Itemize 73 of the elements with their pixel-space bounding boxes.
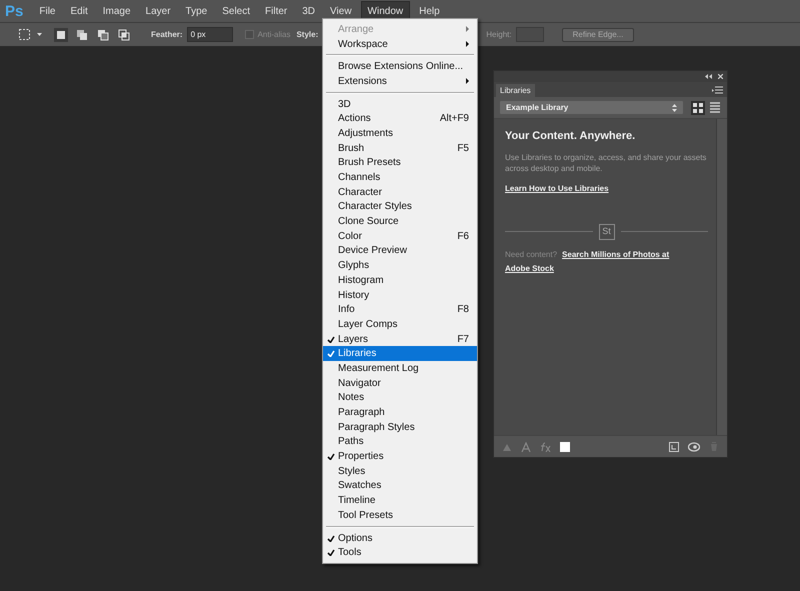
menu-item[interactable]: Character (323, 184, 477, 200)
menu-item[interactable]: Layer Comps (323, 317, 477, 332)
heading: Your Content. Anywhere. (505, 129, 636, 144)
stock-link[interactable]: Search Millions of Photos at (562, 248, 670, 262)
menu-item[interactable]: Actions Alt+F9 (323, 111, 477, 126)
add-selection-icon[interactable] (75, 28, 89, 42)
panel-tab[interactable]: Libraries (496, 84, 535, 97)
menu-item[interactable]: Workspace (323, 36, 477, 52)
library-dropdown[interactable]: Example Library (500, 101, 683, 114)
menu-bar-item[interactable]: Select (216, 1, 256, 21)
updown-arrow-icon[interactable] (672, 104, 677, 112)
intersect-selection-icon[interactable] (117, 28, 131, 42)
menu-item[interactable]: Browse Extensions Online... (323, 59, 477, 74)
caret-icon[interactable] (37, 33, 42, 36)
menu-item[interactable]: Paragraph Styles (323, 420, 477, 435)
color-swatch[interactable] (560, 442, 570, 452)
menu-item[interactable]: Brush Presets (323, 156, 477, 170)
style-label: Style: (296, 28, 318, 40)
feather-field[interactable]: 0 px (186, 27, 233, 42)
app-logo: Ps (5, 4, 24, 18)
menu-item[interactable]: Timeline (323, 493, 477, 508)
menu-item[interactable]: Paths (323, 434, 477, 450)
menu-bar-item[interactable]: Type (180, 1, 214, 21)
menu-bar-item[interactable]: Layer (140, 1, 177, 21)
menu-bar-item[interactable]: Edit (64, 1, 94, 21)
menu-item[interactable]: Color F6 (323, 228, 477, 244)
menu-bar-item[interactable]: Help (413, 1, 446, 21)
menu-bar-item[interactable]: View (324, 1, 358, 21)
marquee-tool-icon[interactable] (18, 28, 31, 41)
menu-item[interactable]: Extensions (323, 74, 477, 89)
menu-item[interactable]: Brush F5 (323, 140, 477, 156)
learn-link[interactable]: Learn How to Use Libraries (505, 182, 609, 194)
list-view-icon[interactable] (709, 101, 721, 114)
menu-item[interactable]: Channels (323, 170, 477, 185)
close-icon[interactable] (718, 74, 723, 79)
menu-item[interactable]: Libraries (323, 346, 477, 362)
menu-item[interactable]: Clone Source (323, 214, 477, 229)
stock-badge: St (598, 224, 614, 240)
menu-item[interactable]: Layers F7 (323, 332, 477, 346)
description: Use Libraries to organize, access, and share your assets across desktop and mobile. (505, 152, 708, 174)
panel-menu-icon[interactable] (712, 86, 723, 94)
menu-bar-item[interactable]: Filter (259, 1, 294, 21)
menu-bar-item[interactable]: Image (96, 1, 137, 21)
menu-bar-item[interactable]: File (33, 1, 62, 21)
menu-item[interactable]: Device Preview (323, 244, 477, 258)
subtract-selection-icon[interactable] (96, 28, 110, 42)
menu-item[interactable]: Character Styles (323, 200, 477, 214)
menu-item[interactable]: Paragraph (323, 405, 477, 420)
height-label: Height: (486, 28, 512, 40)
menu-item[interactable]: Info F8 (323, 302, 477, 318)
new-selection-icon[interactable] (54, 28, 68, 42)
menu-item[interactable]: Glyphs (323, 258, 477, 273)
menu-item[interactable]: Swatches (323, 478, 477, 494)
menu-item[interactable]: Properties (323, 449, 477, 464)
menu-bar-item[interactable]: 3D (296, 1, 322, 21)
menu-item[interactable]: Navigator (323, 376, 477, 390)
grid-view-icon[interactable] (691, 100, 705, 114)
menu-item[interactable]: Measurement Log (323, 361, 477, 376)
menu-item[interactable]: Adjustments (323, 126, 477, 141)
menu-item[interactable]: Tool Presets (323, 508, 477, 523)
menu-item[interactable]: Tools (323, 545, 477, 560)
menu-item[interactable]: Histogram (323, 273, 477, 288)
stock-link[interactable]: Adobe Stock (505, 262, 554, 276)
collapse-icon[interactable] (705, 74, 712, 79)
stock-icon[interactable] (669, 442, 679, 452)
menu-item[interactable]: 3D (323, 96, 477, 112)
menu-item[interactable]: Styles (323, 464, 477, 479)
menu-item[interactable]: History (323, 288, 477, 302)
feather-label: Feather: (151, 28, 183, 40)
height-field[interactable] (516, 27, 544, 42)
menu-item[interactable]: Notes (323, 390, 477, 406)
menu-item[interactable]: Options (323, 530, 477, 546)
need-content-text: Need content? (505, 248, 558, 260)
